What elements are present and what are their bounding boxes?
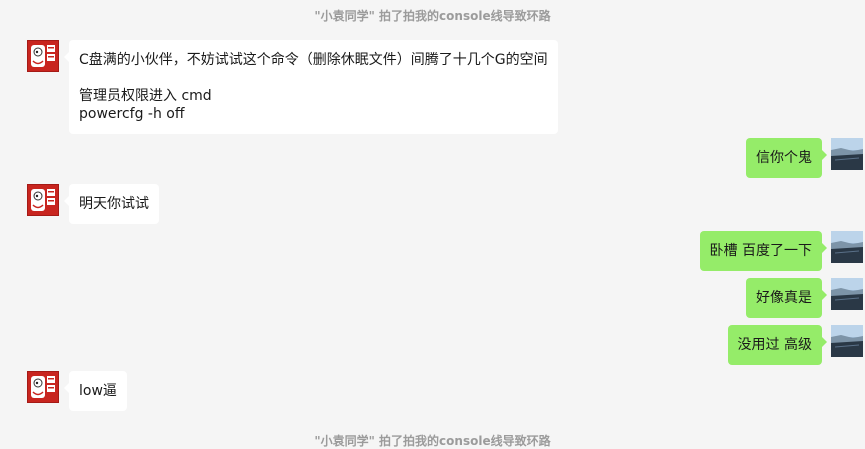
ocean-photo-avatar-icon xyxy=(831,138,863,170)
message-bubble-2[interactable]: 信你个鬼 xyxy=(746,138,827,178)
my-avatar[interactable] xyxy=(831,278,863,310)
system-notice-top: "小袁同学" 拍了拍我的console线导致环路 xyxy=(314,9,551,23)
other-user-avatar[interactable] xyxy=(27,184,59,216)
message-bubble-3[interactable]: 明天你试试 xyxy=(64,184,159,224)
other-user-avatar[interactable] xyxy=(27,40,59,72)
my-avatar[interactable] xyxy=(831,138,863,170)
ocean-photo-avatar-icon xyxy=(831,231,863,263)
message-bubble-1[interactable]: C盘满的小伙伴，不妨试试这个命令（删除休眠文件）间腾了十几个G的空间 管理员权限… xyxy=(64,40,558,134)
message-bubble-4[interactable]: 卧槽 百度了一下 xyxy=(699,231,828,271)
message-bubble-7[interactable]: low逼 xyxy=(64,371,127,411)
red-cartoon-avatar-icon xyxy=(28,185,58,215)
my-avatar[interactable] xyxy=(831,325,863,357)
ocean-photo-avatar-icon xyxy=(831,278,863,310)
message-bubble-5[interactable]: 好像真是 xyxy=(746,278,827,318)
ocean-photo-avatar-icon xyxy=(831,325,863,357)
other-user-avatar[interactable] xyxy=(27,371,59,403)
my-avatar[interactable] xyxy=(831,231,863,263)
message-bubble-6[interactable]: 没用过 高级 xyxy=(727,325,828,365)
system-notice-bottom: "小袁同学" 拍了拍我的console线导致环路 xyxy=(314,434,551,448)
red-cartoon-avatar-icon xyxy=(28,372,58,402)
red-cartoon-avatar-icon xyxy=(28,41,58,71)
